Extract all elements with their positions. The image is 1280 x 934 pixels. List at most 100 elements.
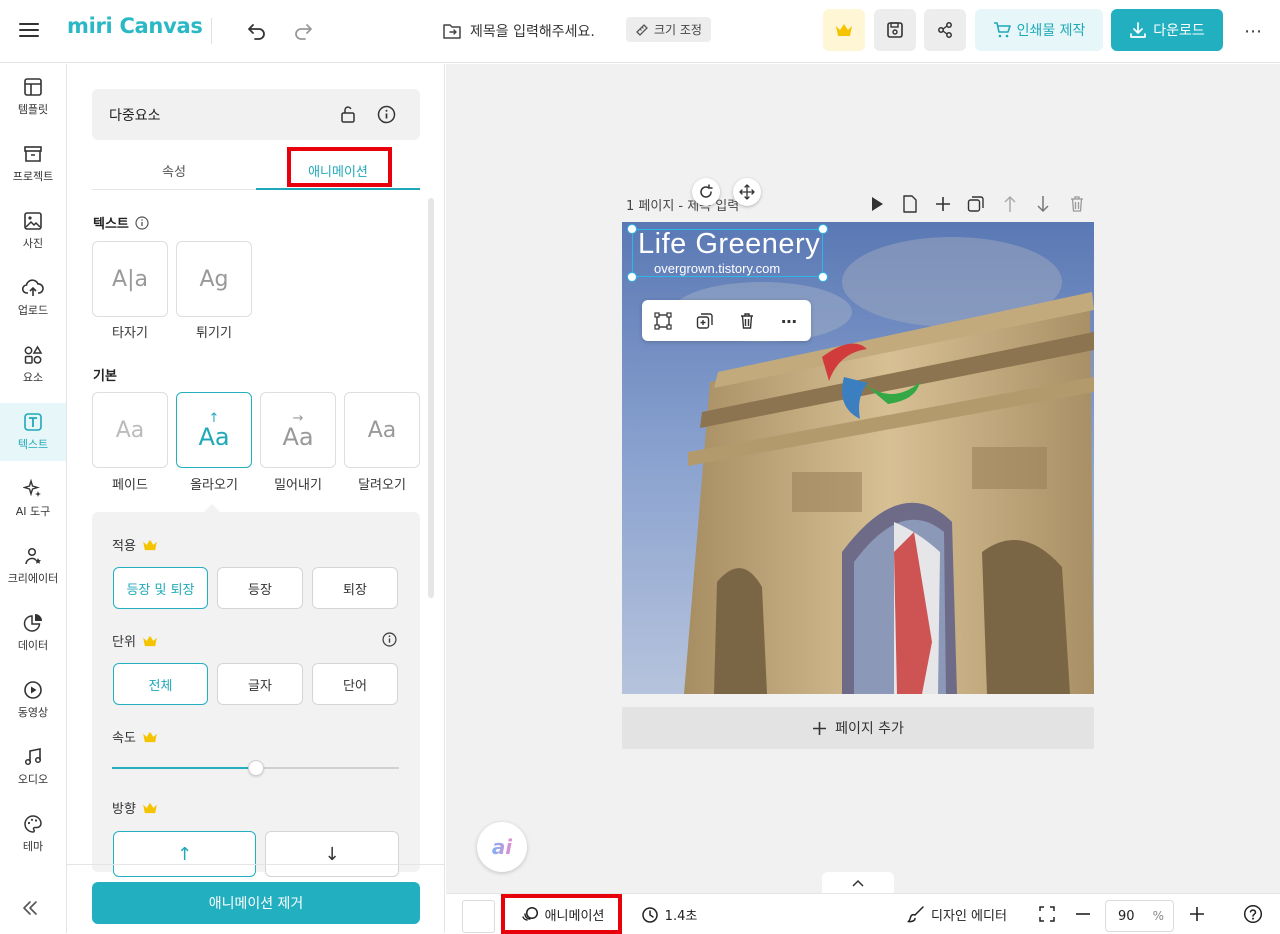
palette-icon — [24, 815, 42, 833]
sidebar-item-audio[interactable]: 오디오 — [0, 738, 66, 796]
remove-animation-button[interactable]: 애니메이션 제거 — [92, 882, 420, 924]
logo[interactable]: miri Canvas — [67, 14, 203, 38]
download-icon — [1130, 22, 1147, 38]
resize-handle[interactable] — [627, 272, 637, 282]
share-button[interactable] — [924, 9, 966, 51]
page-label[interactable]: 1 페이지 - 제목 입력 — [626, 195, 739, 214]
design-editor-button[interactable]: 디자인 에디터 — [902, 894, 1012, 934]
info-icon[interactable] — [374, 102, 398, 126]
zoom-unit: % — [1152, 909, 1164, 923]
direction-down[interactable]: ↓ — [265, 831, 399, 877]
resize-handle[interactable] — [627, 224, 637, 234]
anim-push[interactable]: → Aa — [260, 392, 336, 468]
speed-slider-thumb[interactable] — [248, 760, 264, 776]
anim-rise[interactable]: ↑ Aa — [176, 392, 252, 468]
anim-bounce[interactable]: Ag — [176, 241, 252, 317]
move-up-icon[interactable] — [999, 193, 1021, 215]
sidebar-item-label: 프로젝트 — [12, 170, 54, 183]
anim-typewriter[interactable]: A|a — [92, 241, 168, 317]
fullscreen-icon[interactable] — [1034, 894, 1060, 934]
canvas-title-text[interactable]: Life Greenery — [638, 228, 820, 261]
arch-photo[interactable] — [622, 222, 1094, 694]
sidebar-item-label: 요소 — [22, 371, 44, 384]
zoom-input[interactable]: 90 % — [1105, 900, 1174, 932]
ai-assistant-button[interactable]: ai — [477, 822, 527, 872]
anim-fly-in[interactable]: Aa — [344, 392, 420, 468]
sidebar-item-label: 오디오 — [17, 773, 49, 786]
download-button[interactable]: 다운로드 — [1111, 9, 1223, 51]
page-icon[interactable] — [899, 193, 921, 215]
resize-button[interactable]: 크기 조정 — [626, 17, 711, 42]
sidebar-item-ai-tools[interactable]: AI 도구 — [0, 470, 66, 528]
print-button[interactable]: 인쇄물 제작 — [975, 9, 1103, 51]
sidebar-item-theme[interactable]: 테마 — [0, 805, 66, 863]
duration-button[interactable]: 1.4초 — [638, 894, 700, 934]
trash-icon[interactable] — [734, 308, 760, 334]
apply-enter[interactable]: 등장 — [217, 567, 303, 609]
speed-slider[interactable] — [112, 760, 399, 776]
tab-properties[interactable]: 속성 — [92, 150, 256, 190]
play-icon[interactable] — [866, 193, 888, 215]
multi-element-header: 다중요소 — [92, 89, 420, 140]
sidebar-item-project[interactable]: 프로젝트 — [0, 135, 66, 193]
unit-all[interactable]: 전체 — [113, 663, 208, 705]
sidebar-item-elements[interactable]: 요소 — [0, 336, 66, 394]
background-color-swatch[interactable] — [462, 900, 495, 933]
sidebar-item-text[interactable]: 텍스트 — [0, 403, 66, 461]
premium-button[interactable] — [823, 9, 865, 51]
rotate-icon[interactable] — [692, 178, 720, 206]
animation-label: 애니메이션 — [544, 908, 605, 924]
menu-icon[interactable] — [17, 20, 41, 40]
save-button[interactable] — [874, 9, 916, 51]
more-options-icon[interactable]: ⋯ — [1240, 18, 1266, 44]
more-icon[interactable]: ⋯ — [776, 308, 802, 334]
info-icon[interactable] — [135, 215, 149, 230]
unlock-icon[interactable] — [336, 102, 360, 126]
anim-glyph: Aa — [115, 417, 145, 443]
canvas-url-text[interactable]: overgrown.tistory.com — [654, 261, 780, 276]
group-icon[interactable] — [650, 308, 676, 334]
add-page-button[interactable]: 페이지 추가 — [622, 707, 1094, 749]
help-icon[interactable] — [1240, 894, 1266, 934]
sidebar-item-photo[interactable]: 사진 — [0, 202, 66, 260]
zoom-out-icon[interactable] — [1070, 894, 1096, 934]
sidebar-item-video[interactable]: 동영상 — [0, 671, 66, 729]
unit-word[interactable]: 단어 — [312, 663, 398, 705]
multi-element-title: 다중요소 — [109, 107, 161, 124]
bottom-toolbar: 애니메이션 1.4초 디자인 에디터 90 % — [446, 893, 1280, 934]
save-icon — [887, 22, 903, 38]
redo-icon[interactable] — [290, 18, 316, 44]
design-page[interactable]: Life Greenery overgrown.tistory.com ⋯ — [622, 222, 1094, 694]
unit-letter[interactable]: 글자 — [217, 663, 303, 705]
move-icon[interactable] — [733, 178, 761, 206]
add-icon[interactable] — [932, 193, 954, 215]
delete-page-icon[interactable] — [1066, 193, 1088, 215]
play-circle-icon — [24, 681, 42, 699]
anim-fade[interactable]: Aa — [92, 392, 168, 468]
apply-enter-exit[interactable]: 등장 및 퇴장 — [113, 567, 208, 609]
speed-label: 속도 — [112, 727, 158, 746]
move-down-icon[interactable] — [1032, 193, 1054, 215]
expand-pages-tab[interactable] — [822, 872, 894, 893]
undo-icon[interactable] — [244, 18, 270, 44]
zoom-in-icon[interactable] — [1184, 894, 1210, 934]
sidebar-item-template[interactable]: 템플릿 — [0, 68, 66, 126]
print-label: 인쇄물 제작 — [1016, 23, 1086, 39]
sidebar-item-data[interactable]: 데이터 — [0, 604, 66, 662]
sidebar-item-label: 사진 — [22, 237, 44, 250]
direction-up[interactable]: ↑ — [113, 831, 256, 877]
tab-animation[interactable]: 애니메이션 — [256, 150, 420, 190]
info-icon[interactable] — [382, 632, 397, 647]
title-placeholder[interactable]: 제목을 입력해주세요. — [470, 21, 595, 41]
collapse-sidebar-icon[interactable] — [18, 896, 42, 920]
title-field[interactable]: 제목을 입력해주세요. — [442, 18, 595, 44]
resize-handle[interactable] — [818, 272, 828, 282]
sidebar-item-creator[interactable]: 크리에이터 — [0, 537, 66, 595]
animation-toggle-button[interactable]: 애니메이션 — [506, 894, 619, 934]
duplicate-icon[interactable] — [965, 193, 987, 215]
apply-exit[interactable]: 퇴장 — [312, 567, 398, 609]
zoom-value[interactable]: 90 — [1118, 909, 1135, 924]
copy-add-icon[interactable] — [692, 308, 718, 334]
panel-scrollbar[interactable] — [428, 198, 434, 598]
sidebar-item-upload[interactable]: 업로드 — [0, 269, 66, 327]
